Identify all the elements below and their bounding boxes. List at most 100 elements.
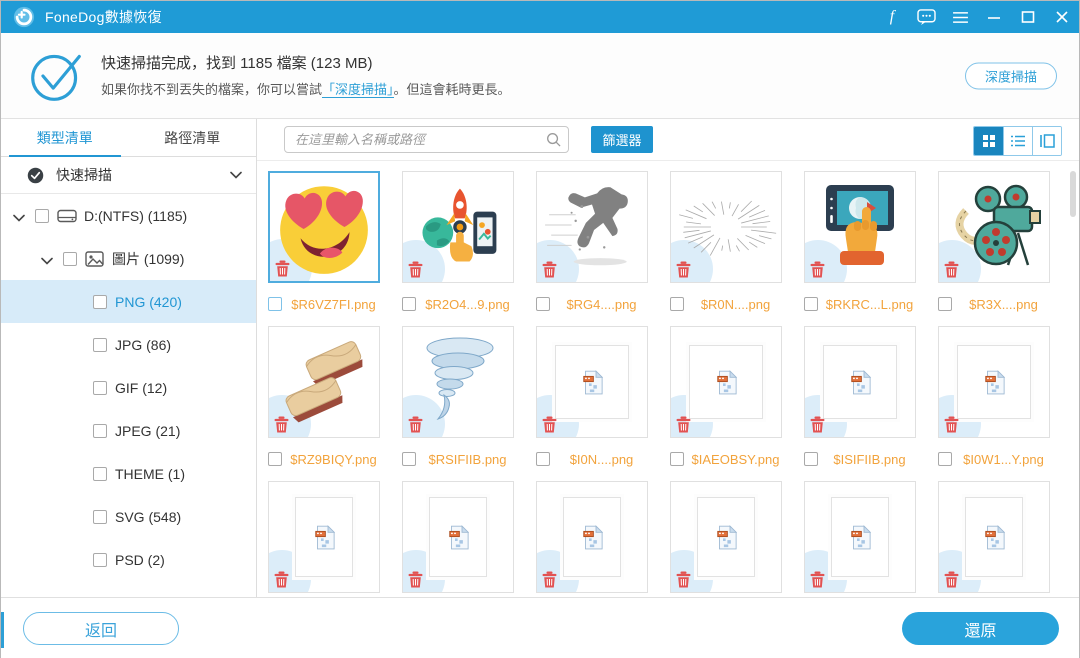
file-thumbnail[interactable] xyxy=(268,326,380,438)
sidebar-tree-item[interactable]: GIF (12) xyxy=(1,366,256,409)
file-checkbox[interactable] xyxy=(670,297,684,311)
sidebar-tree-item[interactable]: JPEG (21) xyxy=(1,409,256,452)
tree-item-checkbox[interactable] xyxy=(93,380,107,395)
delete-icon[interactable] xyxy=(810,416,825,433)
file-cell: $R3X....png xyxy=(938,171,1050,317)
close-button[interactable] xyxy=(1045,1,1079,33)
column-view-icon[interactable] xyxy=(1032,127,1061,155)
file-thumbnail[interactable] xyxy=(938,326,1050,438)
scrollbar-thumb[interactable] xyxy=(1070,171,1076,217)
delete-icon[interactable] xyxy=(408,571,423,588)
delete-icon[interactable] xyxy=(274,571,289,588)
sidebar-tree-item[interactable]: D:(NTFS) (1185) xyxy=(1,194,256,237)
search-input[interactable] xyxy=(284,126,569,153)
file-checkbox[interactable] xyxy=(804,452,818,466)
scan-mode-row[interactable]: 快速掃描 xyxy=(1,157,256,194)
file-name-row: $I0N....png xyxy=(536,446,648,472)
file-checkbox[interactable] xyxy=(536,452,550,466)
file-checkbox[interactable] xyxy=(402,452,416,466)
sidebar-tree-item[interactable]: PSD (2) xyxy=(1,538,256,581)
delete-icon[interactable] xyxy=(275,260,290,277)
restore-button[interactable]: 還原 xyxy=(902,612,1059,645)
file-checkbox[interactable] xyxy=(804,297,818,311)
delete-icon[interactable] xyxy=(274,416,289,433)
delete-icon[interactable] xyxy=(944,416,959,433)
chevron-down-icon[interactable] xyxy=(13,209,27,223)
file-thumbnail[interactable] xyxy=(536,171,648,283)
file-thumbnail[interactable] xyxy=(804,481,916,593)
sidebar-tree-item[interactable]: SVG (548) xyxy=(1,495,256,538)
tree-item-checkbox[interactable] xyxy=(63,251,77,266)
scan-result-header: 快速掃描完成，找到 1185 檔案 (123 MB) 如果你找不到丟失的檔案，你… xyxy=(1,33,1079,119)
sidebar-tree-item[interactable]: 圖片 (1099) xyxy=(1,237,256,280)
delete-icon[interactable] xyxy=(408,416,423,433)
file-thumbnail[interactable] xyxy=(268,481,380,593)
sidebar-tree-item[interactable]: JPG (86) xyxy=(1,323,256,366)
delete-icon[interactable] xyxy=(542,571,557,588)
list-view-icon[interactable] xyxy=(1003,127,1032,155)
maximize-button[interactable] xyxy=(1011,1,1045,33)
tree-item-checkbox[interactable] xyxy=(93,337,107,352)
delete-icon[interactable] xyxy=(676,416,691,433)
scan-mode-chevron-down-icon[interactable] xyxy=(230,166,242,184)
file-thumbnail[interactable] xyxy=(804,171,916,283)
file-checkbox[interactable] xyxy=(402,297,416,311)
file-grid-area: $R6VZ7FI.png $R2O4...9.png $RG4....png $… xyxy=(257,161,1079,597)
file-thumbnail[interactable] xyxy=(938,171,1050,283)
file-thumbnail[interactable] xyxy=(402,481,514,593)
chevron-down-icon[interactable] xyxy=(41,252,55,266)
file-name: $RZ9BIQY.png xyxy=(290,451,377,467)
file-name: $ISIFIIB.png xyxy=(833,451,906,467)
minimize-button[interactable] xyxy=(977,1,1011,33)
file-checkbox[interactable] xyxy=(938,297,952,311)
tree-item-checkbox[interactable] xyxy=(93,509,107,524)
app-title: FoneDog數據恢復 xyxy=(45,9,162,25)
filter-button[interactable]: 篩選器 xyxy=(591,126,653,153)
grid-view-icon[interactable] xyxy=(974,127,1003,155)
tree-item-checkbox[interactable] xyxy=(35,208,49,223)
file-cell: $RG4....png xyxy=(536,171,648,317)
delete-icon[interactable] xyxy=(542,261,557,278)
file-thumbnail[interactable] xyxy=(670,326,782,438)
file-checkbox[interactable] xyxy=(536,297,550,311)
file-checkbox[interactable] xyxy=(670,452,684,466)
file-thumbnail[interactable] xyxy=(536,481,648,593)
tree-item-checkbox[interactable] xyxy=(93,294,107,309)
toolbar: 篩選器 xyxy=(257,119,1079,161)
file-thumbnail[interactable] xyxy=(670,481,782,593)
delete-icon[interactable] xyxy=(676,261,691,278)
chat-icon[interactable] xyxy=(909,1,943,33)
file-cell: $IAEOBSY.png xyxy=(670,326,782,472)
file-thumbnail[interactable] xyxy=(402,171,514,283)
menu-icon[interactable] xyxy=(943,1,977,33)
delete-icon[interactable] xyxy=(810,261,825,278)
tab-path-list[interactable]: 路徑清單 xyxy=(129,119,257,156)
sidebar-tree-item[interactable]: THEME (1) xyxy=(1,452,256,495)
delete-icon[interactable] xyxy=(944,571,959,588)
file-thumbnail[interactable] xyxy=(402,326,514,438)
facebook-icon[interactable]: f xyxy=(875,1,909,33)
delete-icon[interactable] xyxy=(810,571,825,588)
back-button[interactable]: 返回 xyxy=(23,612,179,645)
file-thumbnail[interactable] xyxy=(536,326,648,438)
file-thumbnail[interactable] xyxy=(938,481,1050,593)
deep-scan-button[interactable]: 深度掃描 xyxy=(965,62,1057,89)
file-checkbox[interactable] xyxy=(938,452,952,466)
file-name-row: $RZ9BIQY.png xyxy=(268,446,380,472)
delete-icon[interactable] xyxy=(408,261,423,278)
tree-item-checkbox[interactable] xyxy=(93,466,107,481)
sidebar-tree-item[interactable]: PNG (420) xyxy=(1,280,256,323)
file-thumbnail[interactable] xyxy=(804,326,916,438)
tree-item-checkbox[interactable] xyxy=(93,552,107,567)
deep-scan-link[interactable]: 「深度掃描」 xyxy=(322,81,394,98)
file-name: $I0W1...Y.png xyxy=(963,451,1044,467)
file-thumbnail[interactable] xyxy=(670,171,782,283)
delete-icon[interactable] xyxy=(944,261,959,278)
file-checkbox[interactable] xyxy=(268,452,282,466)
tree-item-checkbox[interactable] xyxy=(93,423,107,438)
file-thumbnail[interactable] xyxy=(268,171,380,283)
delete-icon[interactable] xyxy=(676,571,691,588)
delete-icon[interactable] xyxy=(542,416,557,433)
file-checkbox[interactable] xyxy=(268,297,282,311)
tab-type-list[interactable]: 類型清單 xyxy=(1,119,129,157)
